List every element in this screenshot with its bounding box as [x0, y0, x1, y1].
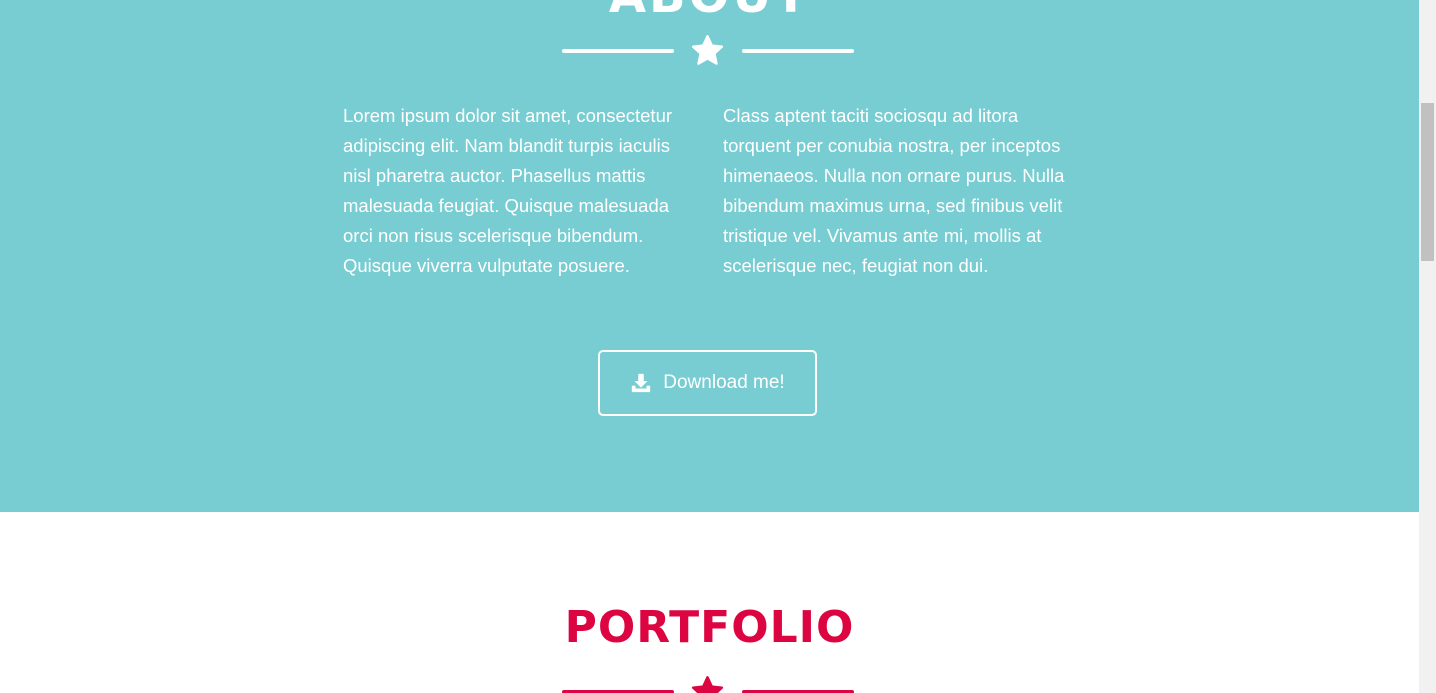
about-paragraph-right: Class aptent taciti sociosqu ad litora t…: [723, 105, 1065, 276]
star-icon: [691, 676, 724, 693]
about-paragraph-left: Lorem ipsum dolor sit amet, consectetur …: [343, 105, 673, 276]
portfolio-title: PORTFOLIO: [564, 602, 855, 653]
download-icon: [632, 373, 651, 393]
portfolio-section: PORTFOLIO: [0, 512, 1419, 693]
portfolio-divider: [562, 672, 854, 693]
about-divider: [562, 31, 854, 71]
vertical-scrollbar[interactable]: [1419, 0, 1436, 693]
scrollbar-thumb[interactable]: [1421, 103, 1434, 261]
divider-line-left: [562, 49, 674, 53]
star-icon: [691, 35, 724, 65]
divider-line-right: [742, 49, 854, 53]
about-title: ABOUT: [0, 0, 1419, 24]
download-button[interactable]: Download me!: [598, 350, 817, 416]
about-section: ABOUT Lorem ipsum dolor sit amet, consec…: [0, 0, 1419, 512]
download-button-label: Download me!: [663, 372, 785, 393]
page: ABOUT Lorem ipsum dolor sit amet, consec…: [0, 0, 1436, 693]
